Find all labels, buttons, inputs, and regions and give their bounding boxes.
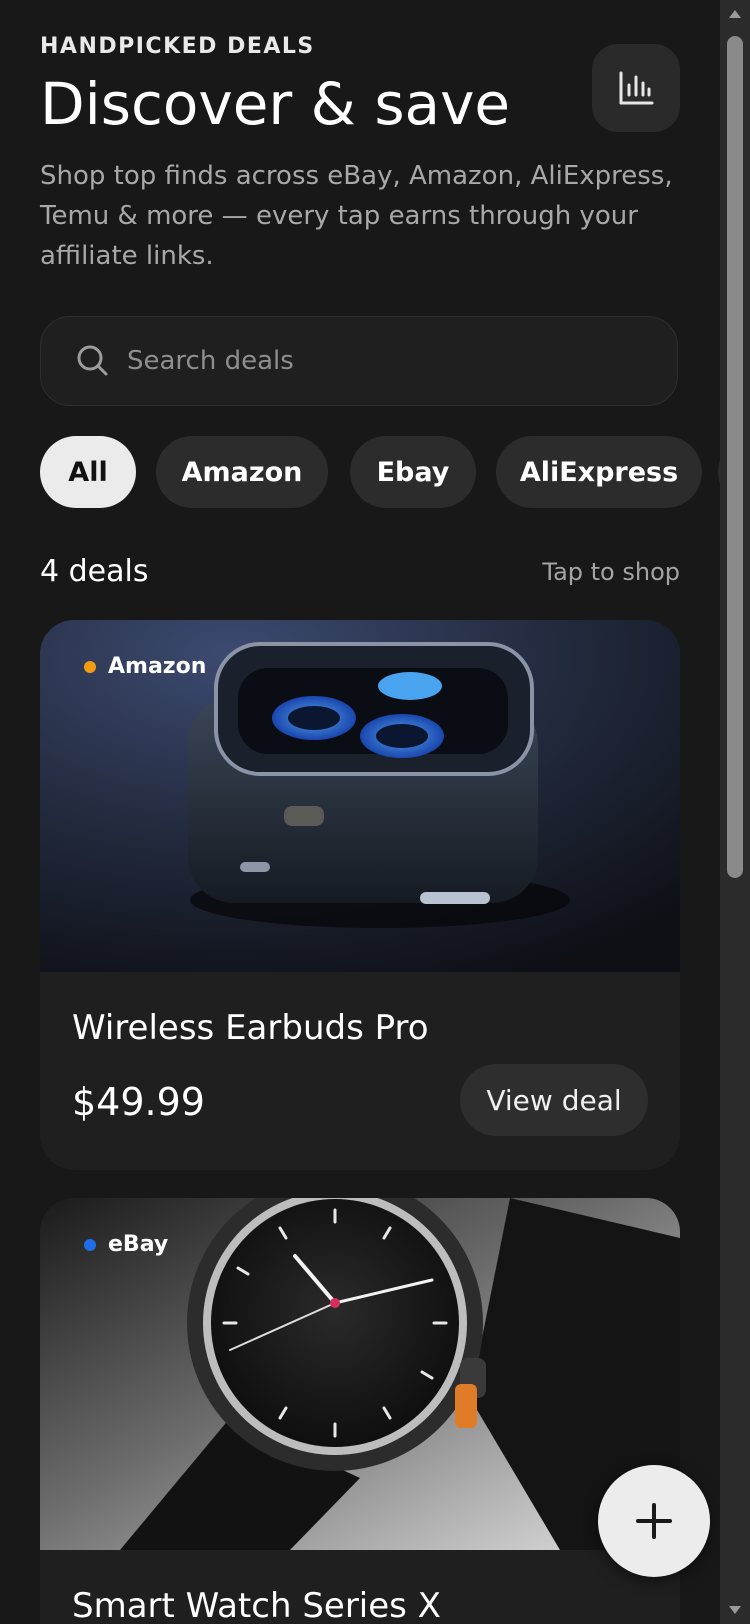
- store-filter-chips: All Amazon Ebay AliExpress: [40, 436, 720, 508]
- product-name: Wireless Earbuds Pro: [72, 1008, 429, 1048]
- filter-chip-ebay[interactable]: Ebay: [350, 436, 476, 508]
- product-name: Smart Watch Series X: [72, 1586, 441, 1624]
- deal-card[interactable]: eBay Smart Watch Series X: [40, 1198, 680, 1624]
- search-icon: [77, 345, 108, 376]
- search-field[interactable]: Search deals: [40, 316, 678, 406]
- deal-card[interactable]: Amazon Wireless Earbuds Pro $49.99 View …: [40, 620, 680, 1170]
- deals-count: 4 deals: [40, 554, 149, 589]
- store-dot-icon: [84, 1238, 96, 1251]
- page-title: Discover & save: [40, 70, 511, 138]
- store-badge: eBay: [84, 1232, 168, 1257]
- filter-chip-aliexpress[interactable]: AliExpress: [496, 436, 702, 508]
- product-image: Amazon: [40, 620, 680, 972]
- bar-chart-icon: [619, 71, 654, 105]
- eyebrow-label: HANDPICKED DEALS: [40, 34, 315, 59]
- scroll-up-icon[interactable]: [729, 10, 741, 18]
- tap-hint: Tap to shop: [542, 558, 680, 586]
- filter-chip-amazon[interactable]: Amazon: [156, 436, 328, 508]
- store-badge: Amazon: [84, 654, 206, 679]
- deals-page: HANDPICKED DEALS Discover & save Shop to…: [0, 0, 720, 1624]
- search-input[interactable]: Search deals: [127, 346, 294, 376]
- product-price: $49.99: [72, 1080, 205, 1124]
- page-subtitle: Shop top finds across eBay, Amazon, AliE…: [40, 161, 673, 271]
- stats-button[interactable]: [592, 44, 680, 132]
- scroll-down-icon[interactable]: [729, 1606, 741, 1614]
- scrollbar-thumb[interactable]: [727, 36, 743, 878]
- add-deal-button[interactable]: [598, 1465, 710, 1577]
- store-name: Amazon: [108, 654, 207, 679]
- plus-icon: [636, 1503, 672, 1539]
- scrollbar[interactable]: [720, 0, 750, 1624]
- product-image: eBay: [40, 1198, 680, 1550]
- store-name: eBay: [108, 1232, 169, 1257]
- filter-chip-all[interactable]: All: [40, 436, 136, 508]
- view-deal-button[interactable]: View deal: [460, 1064, 648, 1136]
- store-dot-icon: [84, 660, 96, 673]
